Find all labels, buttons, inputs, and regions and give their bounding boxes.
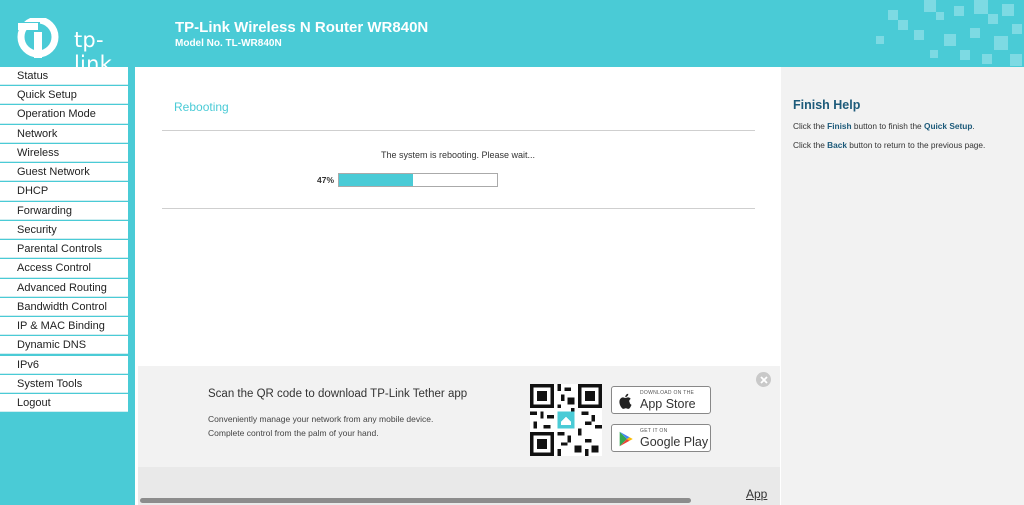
horizontal-scrollbar[interactable] [140, 498, 691, 503]
sidebar-item-ipv6[interactable]: IPv6 [0, 355, 128, 374]
help-text: button to return to the previous page. [846, 140, 986, 150]
model-number: Model No. TL-WR840N [175, 38, 282, 49]
help-keyword-back: Back [827, 140, 847, 150]
header: tp-link TP-Link Wireless N Router WR840N… [0, 0, 1024, 76]
app-link[interactable]: App [746, 487, 767, 501]
help-text: . [972, 121, 975, 131]
divider-top [162, 130, 755, 131]
tp-link-logo: tp-link [16, 16, 136, 76]
apple-icon [619, 393, 632, 409]
banner-description-1: Conveniently manage your network from an… [208, 414, 434, 424]
banner-title: Scan the QR code to download TP-Link Tet… [208, 388, 468, 400]
help-title: Finish Help [793, 98, 861, 112]
sidebar-item-wireless[interactable]: Wireless [0, 143, 128, 163]
qr-code [530, 384, 602, 456]
close-banner-button[interactable] [756, 372, 771, 387]
sidebar-item-parental-controls[interactable]: Parental Controls [0, 240, 128, 259]
page-title: Rebooting [174, 100, 229, 114]
progress-percent: 47% [317, 175, 335, 185]
app-store-label: App Store [640, 397, 696, 411]
sidebar-item-forwarding[interactable]: Forwarding [0, 201, 128, 220]
sidebar-item-quick-setup[interactable]: Quick Setup [0, 86, 128, 105]
google-play-icon [619, 431, 633, 447]
tp-link-logo-icon [16, 16, 59, 58]
google-play-button[interactable]: GET IT ON Google Play [611, 424, 711, 452]
app-promo-banner: Scan the QR code to download TP-Link Tet… [138, 366, 780, 475]
help-line-finish: Click the Finish button to finish the Qu… [793, 121, 975, 131]
help-panel: Finish Help Click the Finish button to f… [781, 67, 1024, 505]
help-text: Click the [793, 121, 828, 131]
sidebar-item-dhcp[interactable]: DHCP [0, 182, 128, 201]
help-keyword-quick-setup: Quick Setup [923, 121, 973, 131]
router-title: TP-Link Wireless N Router WR840N [175, 19, 429, 36]
sidebar-item-security[interactable]: Security [0, 220, 128, 240]
help-line-back: Click the Back button to return to the p… [793, 140, 985, 150]
progress-bar [338, 173, 498, 187]
sidebar-item-logout[interactable]: Logout [0, 393, 128, 413]
sidebar-item-access-control[interactable]: Access Control [0, 259, 128, 278]
app-store-caption: DOWNLOAD ON THE [640, 390, 695, 396]
sidebar-item-operation-mode[interactable]: Operation Mode [0, 105, 128, 124]
close-icon [759, 375, 768, 384]
banner-description-2: Complete control from the palm of your h… [208, 428, 379, 438]
help-text: Click the [793, 140, 828, 150]
sidebar-item-bandwidth-control[interactable]: Bandwidth Control [0, 297, 128, 316]
google-play-label: Google Play [640, 435, 709, 449]
google-play-caption: GET IT ON [640, 428, 668, 434]
app-store-button[interactable]: DOWNLOAD ON THE App Store [611, 386, 711, 414]
sidebar-item-ip-mac-binding[interactable]: IP & MAC Binding [0, 317, 128, 336]
sidebar-item-system-tools[interactable]: System Tools [0, 374, 128, 393]
header-decoration [876, 0, 1022, 66]
divider-bottom [162, 208, 755, 209]
sidebar-item-status[interactable]: Status [0, 67, 128, 86]
sidebar-menu: Status Quick Setup Operation Mode Networ… [0, 67, 128, 413]
sidebar-item-network[interactable]: Network [0, 124, 128, 143]
progress-bar-fill [339, 174, 414, 186]
help-text: button to finish the [851, 121, 924, 131]
help-keyword-finish: Finish [827, 121, 852, 131]
sidebar-item-dynamic-dns[interactable]: Dynamic DNS [0, 336, 128, 355]
reboot-message: The system is rebooting. Please wait... [380, 150, 536, 160]
sidebar-item-guest-network[interactable]: Guest Network [0, 163, 128, 182]
sidebar-item-advanced-routing[interactable]: Advanced Routing [0, 278, 128, 297]
